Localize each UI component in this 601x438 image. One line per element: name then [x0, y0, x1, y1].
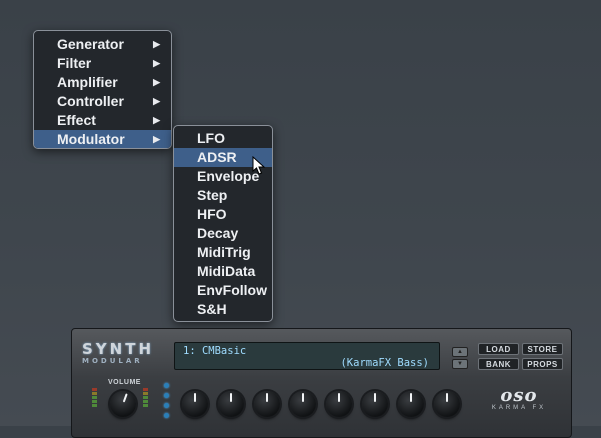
- submenu-item-miditrig[interactable]: MidiTrig: [174, 243, 272, 262]
- store-button[interactable]: STORE: [522, 343, 563, 355]
- submenu-arrow-icon: ▶: [153, 96, 160, 106]
- submenu-arrow-icon: ▶: [153, 39, 160, 49]
- submenu-arrow-icon: ▶: [153, 134, 160, 144]
- status-led: [164, 383, 169, 388]
- parameter-knob-7[interactable]: [398, 391, 424, 417]
- menu-item-label: Modulator: [57, 131, 125, 147]
- submenu-item-lfo[interactable]: LFO: [174, 129, 272, 148]
- submenu-item-mididata[interactable]: MidiData: [174, 262, 272, 281]
- menu-item-label: Filter: [57, 55, 92, 71]
- menu-item-label: Controller: [57, 93, 124, 109]
- submenu-item-label: S&H: [197, 301, 227, 317]
- submenu-item-step[interactable]: Step: [174, 186, 272, 205]
- submenu-item-label: EnvFollow: [197, 282, 267, 298]
- submenu-item-envfollow[interactable]: EnvFollow: [174, 281, 272, 300]
- submenu-arrow-icon: ▶: [153, 77, 160, 87]
- logo-title: SYNTH: [82, 340, 155, 358]
- volume-knob[interactable]: [106, 387, 140, 421]
- menu-item-controller[interactable]: Controller ▶: [34, 92, 171, 111]
- submenu-arrow-icon: ▶: [153, 58, 160, 68]
- submenu-item-hfo[interactable]: HFO: [174, 205, 272, 224]
- status-led: [164, 393, 169, 398]
- menu-item-modulator[interactable]: Modulator ▶: [34, 130, 171, 148]
- patch-name: 1: CMBasic: [183, 345, 247, 357]
- patch-description: (KarmaFX Bass): [340, 357, 429, 369]
- synth-modular-panel: SYNTH MODULAR 1: CMBasic (KarmaFX Bass) …: [71, 328, 572, 438]
- submenu-item-decay[interactable]: Decay: [174, 224, 272, 243]
- parameter-knob-8[interactable]: [434, 391, 460, 417]
- context-menu: Generator ▶ Filter ▶ Amplifier ▶ Control…: [33, 30, 172, 149]
- props-button[interactable]: PROPS: [522, 358, 563, 370]
- level-meter-right: [143, 388, 148, 408]
- brand-name: KARMA FX: [491, 405, 547, 411]
- submenu-arrow-icon: ▶: [153, 115, 160, 125]
- parameter-knob-2[interactable]: [218, 391, 244, 417]
- patch-up-button[interactable]: ▲: [452, 347, 468, 357]
- parameter-knob-3[interactable]: [254, 391, 280, 417]
- load-button[interactable]: LOAD: [478, 343, 519, 355]
- menu-item-amplifier[interactable]: Amplifier ▶: [34, 73, 171, 92]
- mouse-pointer-icon: [252, 156, 266, 175]
- brand-mark: oso: [500, 385, 538, 406]
- submenu-item-label: HFO: [197, 206, 227, 222]
- level-meter-left: [92, 388, 97, 408]
- submenu-item-label: MidiTrig: [197, 244, 251, 260]
- patch-down-button[interactable]: ▼: [452, 359, 468, 369]
- modulator-submenu: LFO ADSR Envelope Step HFO Decay MidiTri…: [173, 125, 273, 322]
- submenu-item-label: MidiData: [197, 263, 256, 279]
- parameter-knob-5[interactable]: [326, 391, 352, 417]
- karmafx-logo: oso KARMA FX: [484, 385, 554, 412]
- parameter-knob-4[interactable]: [290, 391, 316, 417]
- parameter-knob-6[interactable]: [362, 391, 388, 417]
- submenu-item-sample-hold[interactable]: S&H: [174, 300, 272, 319]
- synth-modular-logo: SYNTH MODULAR: [82, 342, 168, 366]
- menu-item-label: Generator: [57, 36, 124, 52]
- bank-button[interactable]: BANK: [478, 358, 519, 370]
- parameter-knob-1[interactable]: [182, 391, 208, 417]
- menu-item-label: Effect: [57, 112, 96, 128]
- submenu-item-label: Step: [197, 187, 228, 203]
- menu-item-effect[interactable]: Effect ▶: [34, 111, 171, 130]
- logo-subtitle: MODULAR: [82, 357, 143, 365]
- menu-item-label: Amplifier: [57, 74, 118, 90]
- patch-display[interactable]: 1: CMBasic (KarmaFX Bass): [174, 342, 440, 370]
- submenu-item-label: LFO: [197, 130, 225, 146]
- menu-item-generator[interactable]: Generator ▶: [34, 35, 171, 54]
- menu-item-filter[interactable]: Filter ▶: [34, 54, 171, 73]
- status-led: [164, 403, 169, 408]
- submenu-item-label: ADSR: [197, 149, 237, 165]
- volume-label: VOLUME: [108, 379, 141, 386]
- submenu-item-label: Decay: [197, 225, 239, 241]
- submenu-item-label: Envelope: [197, 168, 260, 184]
- status-led: [164, 413, 169, 418]
